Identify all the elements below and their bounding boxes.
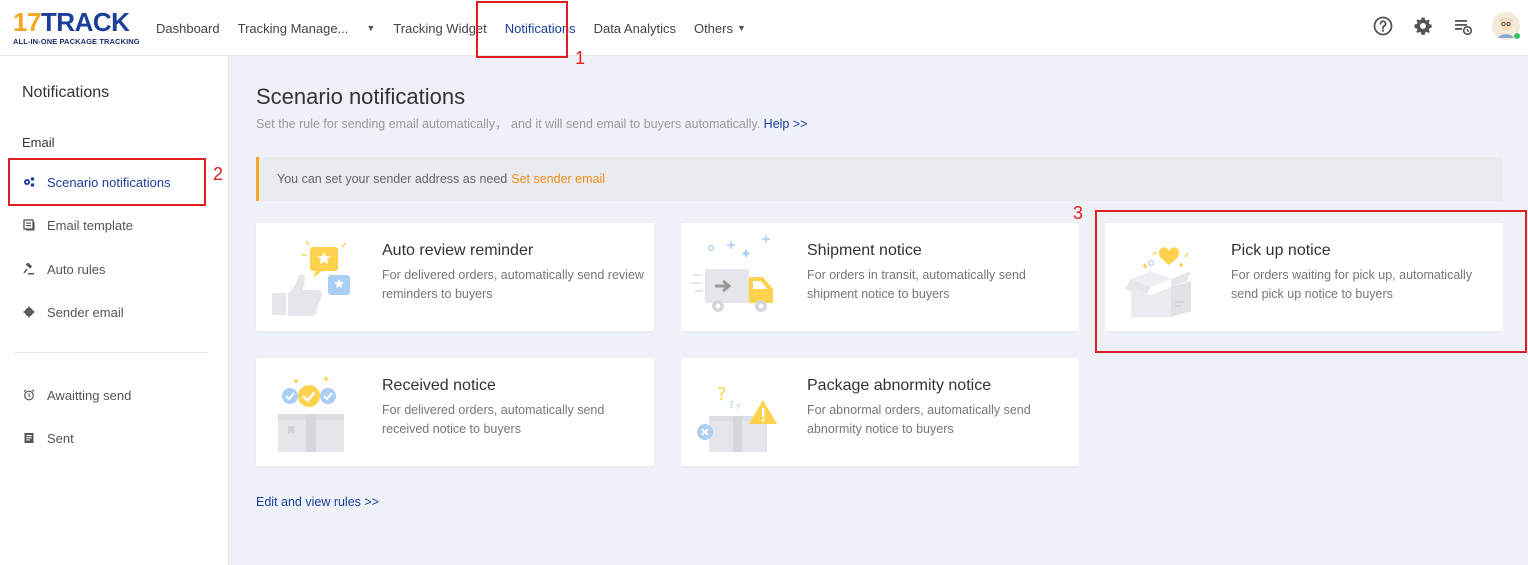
card-title: Received notice [382,377,496,394]
nav-data-analytics[interactable]: Data Analytics [585,0,685,56]
page-subtitle: Set the rule for sending email automatic… [256,117,808,131]
sent-icon [22,431,36,445]
card-description: For delivered orders, automatically send… [382,403,605,436]
card-description: For orders in transit, automatically sen… [807,268,1026,301]
logo-17track[interactable]: 17TRACK ALL-IN-ONE PACKAGE TRACKING [13,9,140,46]
template-icon [22,218,36,232]
card-title: Package abnormity notice [807,377,992,394]
help-circle-icon[interactable] [1372,15,1394,37]
sidebar-item-auto-rules[interactable]: Auto rules [22,259,106,279]
sidebar-item-awaiting-send[interactable]: Awaitting send [22,385,131,405]
delivery-truck-icon [691,235,781,319]
card-shipment-notice[interactable]: Shipment notice For orders in transit, a… [681,223,1079,331]
card-title: Pick up notice [1231,242,1331,259]
annotation-number-2: 2 [213,164,224,184]
card-description: For orders waiting for pick up, automati… [1231,268,1473,301]
thumbs-up-review-icon [266,235,356,319]
package-warning-icon: ? ? ? [691,370,781,454]
top-navbar: 17TRACK ALL-IN-ONE PACKAGE TRACKING Dash… [0,0,1528,56]
card-description: For abnormal orders, automatically send … [807,403,1031,436]
card-description: For delivered orders, automatically send… [382,268,644,301]
page-title: Scenario notifications [256,84,466,109]
gavel-icon [22,262,36,276]
top-right-toolbar [1372,12,1521,40]
annotation-number-1: 1 [575,48,586,68]
annotation-number-3: 3 [1073,203,1084,223]
card-title: Auto review reminder [382,242,534,259]
alarm-clock-icon [22,388,36,402]
gears-icon [22,175,36,189]
sidebar-item-sent[interactable]: Sent [22,428,74,448]
set-sender-email-link[interactable]: Set sender email [511,172,605,186]
user-avatar[interactable] [1492,12,1521,40]
sidebar-divider [15,352,208,353]
card-title: Shipment notice [807,242,922,259]
svg-text:?: ? [736,403,740,412]
svg-text:?: ? [717,384,727,405]
main-nav: Dashboard Tracking Manage... ▼ Tracking W… [147,0,755,56]
online-status-dot [1513,32,1521,40]
gear-icon [22,305,36,319]
edit-view-rules-link[interactable]: Edit and view rules >> [256,495,379,509]
card-package-abnormity-notice[interactable]: ? ? ? Package abnormity notice For abnor… [681,358,1079,466]
nav-dashboard[interactable]: Dashboard [147,0,229,56]
nav-others[interactable]: Others ▼ [685,0,755,56]
sender-address-notice: You can set your sender address as need … [256,157,1502,201]
sidebar-item-scenario-notifications[interactable]: Scenario notifications [22,172,171,192]
card-pick-up-notice[interactable]: Pick up notice For orders waiting for pi… [1105,223,1503,331]
svg-text:?: ? [729,400,734,411]
gear-icon[interactable] [1412,15,1434,37]
nav-tracking-widget[interactable]: Tracking Widget [384,0,495,56]
sidebar-item-email-template[interactable]: Email template [22,215,133,235]
nav-tracking-management[interactable]: Tracking Manage... ▼ [229,0,385,56]
received-package-checkmarks-icon [266,370,356,454]
sidebar: Notifications Email Scenario notificatio… [0,56,229,565]
caret-down-icon: ▼ [366,23,376,33]
sidebar-item-sender-email[interactable]: Sender email [22,302,124,322]
sidebar-title: Notifications [22,84,110,101]
card-auto-review-reminder[interactable]: Auto review reminder For delivered order… [256,223,654,331]
caret-down-icon: ▼ [736,23,746,33]
task-list-icon[interactable] [1452,15,1474,37]
help-link[interactable]: Help >> [764,117,808,131]
open-box-heart-icon [1115,235,1205,319]
nav-notifications[interactable]: Notifications [496,0,585,56]
sidebar-section-email: Email [22,135,55,150]
logo-tagline: ALL-IN-ONE PACKAGE TRACKING [13,37,140,46]
card-received-notice[interactable]: Received notice For delivered orders, au… [256,358,654,466]
